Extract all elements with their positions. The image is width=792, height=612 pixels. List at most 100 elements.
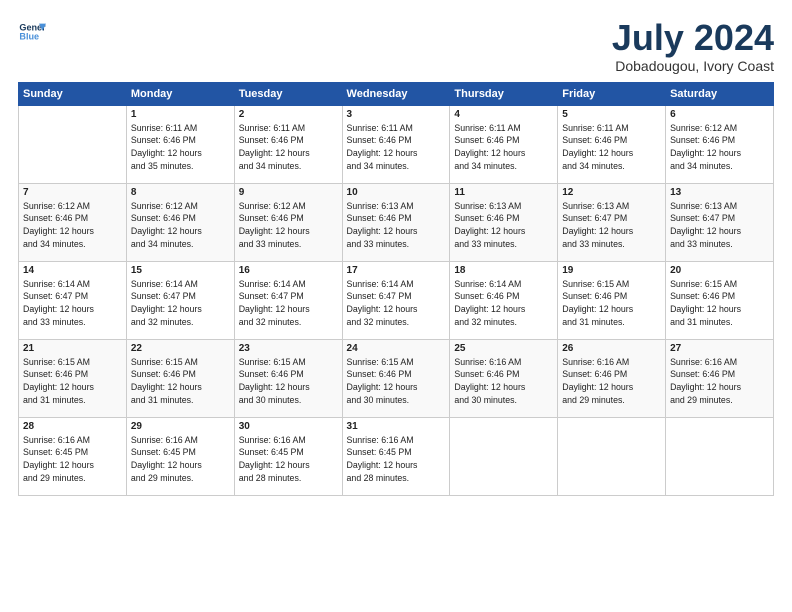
day-number: 3 [347,109,446,120]
day-number: 8 [131,187,230,198]
day-number: 12 [562,187,661,198]
day-number: 27 [670,343,769,354]
calendar-cell: 2Sunrise: 6:11 AMSunset: 6:46 PMDaylight… [234,105,342,183]
day-info: Sunrise: 6:16 AMSunset: 6:45 PMDaylight:… [131,434,230,485]
day-info: Sunrise: 6:15 AMSunset: 6:46 PMDaylight:… [23,356,122,407]
day-info: Sunrise: 6:15 AMSunset: 6:46 PMDaylight:… [239,356,338,407]
calendar-cell: 16 Sunrise: 6:14 AMSunset: 6:47 PMDayligh… [234,261,342,339]
day-info: Sunrise: 6:15 AMSunset: 6:46 PMDaylight:… [347,356,446,407]
day-number: 25 [454,343,553,354]
day-number: 16 [239,265,338,276]
calendar-cell: 31 Sunrise: 6:16 AMSunset: 6:45 PMDayligh… [342,417,450,495]
day-info: Sunrise: 6:11 AMSunset: 6:46 PMDaylight:… [239,122,338,173]
day-info: Sunrise: 6:15 AMSunset: 6:46 PMDaylight:… [131,356,230,407]
calendar-cell: 6 Sunrise: 6:12 AMSunset: 6:46 PMDaylight… [666,105,774,183]
logo-icon: General Blue [18,18,46,46]
calendar-cell: 8 Sunrise: 6:12 AMSunset: 6:46 PMDaylight… [126,183,234,261]
day-info: Sunrise: 6:14 AMSunset: 6:47 PMDaylight:… [239,278,338,329]
day-info: Sunrise: 6:12 AMSunset: 6:46 PMDaylight:… [239,200,338,251]
calendar-cell: 28Sunrise: 6:16 AMSunset: 6:45 PMDayligh… [19,417,127,495]
calendar-cell: 7Sunrise: 6:12 AMSunset: 6:46 PMDaylight… [19,183,127,261]
day-info: Sunrise: 6:14 AMSunset: 6:47 PMDaylight:… [347,278,446,329]
day-info: Sunrise: 6:16 AMSunset: 6:45 PMDaylight:… [23,434,122,485]
day-number: 6 [670,109,769,120]
calendar-header: Sunday Monday Tuesday Wednesday Thursday… [19,82,774,105]
day-info: Sunrise: 6:11 AMSunset: 6:46 PMDaylight:… [562,122,661,173]
calendar-cell: 25 Sunrise: 6:16 AMSunset: 6:46 PMDayligh… [450,339,558,417]
day-number: 26 [562,343,661,354]
day-number: 19 [562,265,661,276]
day-number: 9 [239,187,338,198]
day-info: Sunrise: 6:14 AMSunset: 6:47 PMDaylight:… [131,278,230,329]
day-number: 17 [347,265,446,276]
calendar-cell: 1Sunrise: 6:11 AMSunset: 6:46 PMDaylight… [126,105,234,183]
day-info: Sunrise: 6:12 AMSunset: 6:46 PMDaylight:… [23,200,122,251]
day-number: 21 [23,343,122,354]
calendar-cell: 15Sunrise: 6:14 AMSunset: 6:47 PMDayligh… [126,261,234,339]
calendar-cell: 29 Sunrise: 6:16 AMSunset: 6:45 PMDayligh… [126,417,234,495]
calendar-cell [450,417,558,495]
col-monday: Monday [126,82,234,105]
day-info: Sunrise: 6:15 AMSunset: 6:46 PMDaylight:… [670,278,769,329]
day-number: 1 [131,109,230,120]
col-sunday: Sunday [19,82,127,105]
day-number: 5 [562,109,661,120]
day-info: Sunrise: 6:16 AMSunset: 6:45 PMDaylight:… [239,434,338,485]
col-thursday: Thursday [450,82,558,105]
day-number: 13 [670,187,769,198]
day-info: Sunrise: 6:16 AMSunset: 6:45 PMDaylight:… [347,434,446,485]
calendar-cell: 23Sunrise: 6:15 AMSunset: 6:46 PMDayligh… [234,339,342,417]
day-info: Sunrise: 6:16 AMSunset: 6:46 PMDaylight:… [562,356,661,407]
day-info: Sunrise: 6:13 AMSunset: 6:46 PMDaylight:… [347,200,446,251]
day-info: Sunrise: 6:16 AMSunset: 6:46 PMDaylight:… [670,356,769,407]
calendar-cell: 26 Sunrise: 6:16 AMSunset: 6:46 PMDayligh… [558,339,666,417]
calendar-cell: 5 Sunrise: 6:11 AMSunset: 6:46 PMDaylight… [558,105,666,183]
calendar-week-2: 7Sunrise: 6:12 AMSunset: 6:46 PMDaylight… [19,183,774,261]
logo: General Blue General Blue [18,18,46,46]
calendar-cell [666,417,774,495]
day-number: 30 [239,421,338,432]
header: General Blue General Blue July 2024 Doba… [18,18,774,74]
day-info: Sunrise: 6:12 AMSunset: 6:46 PMDaylight:… [670,122,769,173]
day-info: Sunrise: 6:16 AMSunset: 6:46 PMDaylight:… [454,356,553,407]
calendar-cell: 11Sunrise: 6:13 AMSunset: 6:46 PMDayligh… [450,183,558,261]
calendar-cell: 17 Sunrise: 6:14 AMSunset: 6:47 PMDayligh… [342,261,450,339]
title-block: July 2024 Dobadougou, Ivory Coast [612,18,774,74]
day-info: Sunrise: 6:13 AMSunset: 6:47 PMDaylight:… [562,200,661,251]
subtitle: Dobadougou, Ivory Coast [612,58,774,74]
day-info: Sunrise: 6:14 AMSunset: 6:46 PMDaylight:… [454,278,553,329]
calendar-cell: 13 Sunrise: 6:13 AMSunset: 6:47 PMDayligh… [666,183,774,261]
calendar-cell: 22Sunrise: 6:15 AMSunset: 6:46 PMDayligh… [126,339,234,417]
calendar-cell: 30 Sunrise: 6:16 AMSunset: 6:45 PMDayligh… [234,417,342,495]
day-info: Sunrise: 6:11 AMSunset: 6:46 PMDaylight:… [454,122,553,173]
day-number: 11 [454,187,553,198]
calendar-week-3: 14Sunrise: 6:14 AMSunset: 6:47 PMDayligh… [19,261,774,339]
day-info: Sunrise: 6:13 AMSunset: 6:47 PMDaylight:… [670,200,769,251]
calendar-cell [558,417,666,495]
day-number: 20 [670,265,769,276]
day-number: 10 [347,187,446,198]
col-wednesday: Wednesday [342,82,450,105]
day-info: Sunrise: 6:12 AMSunset: 6:46 PMDaylight:… [131,200,230,251]
calendar-cell: 4Sunrise: 6:11 AMSunset: 6:46 PMDaylight… [450,105,558,183]
calendar-cell: 21 Sunrise: 6:15 AMSunset: 6:46 PMDayligh… [19,339,127,417]
day-number: 18 [454,265,553,276]
calendar-cell [19,105,127,183]
calendar-cell: 27 Sunrise: 6:16 AMSunset: 6:46 PMDayligh… [666,339,774,417]
main-title: July 2024 [612,18,774,58]
header-row: Sunday Monday Tuesday Wednesday Thursday… [19,82,774,105]
day-info: Sunrise: 6:14 AMSunset: 6:47 PMDaylight:… [23,278,122,329]
calendar-week-4: 21 Sunrise: 6:15 AMSunset: 6:46 PMDayligh… [19,339,774,417]
calendar-cell: 20 Sunrise: 6:15 AMSunset: 6:46 PMDayligh… [666,261,774,339]
day-number: 24 [347,343,446,354]
calendar-cell: 24 Sunrise: 6:15 AMSunset: 6:46 PMDayligh… [342,339,450,417]
col-saturday: Saturday [666,82,774,105]
day-number: 31 [347,421,446,432]
calendar-cell: 12 Sunrise: 6:13 AMSunset: 6:47 PMDayligh… [558,183,666,261]
calendar-cell: 19Sunrise: 6:15 AMSunset: 6:46 PMDayligh… [558,261,666,339]
day-number: 29 [131,421,230,432]
calendar-cell: 18 Sunrise: 6:14 AMSunset: 6:46 PMDayligh… [450,261,558,339]
calendar-cell: 14Sunrise: 6:14 AMSunset: 6:47 PMDayligh… [19,261,127,339]
calendar-week-1: 1 Sunrise: 6:11 AMSunset: 6:46 PMDaylight… [19,105,774,183]
calendar-cell: 10 Sunrise: 6:13 AMSunset: 6:46 PMDayligh… [342,183,450,261]
